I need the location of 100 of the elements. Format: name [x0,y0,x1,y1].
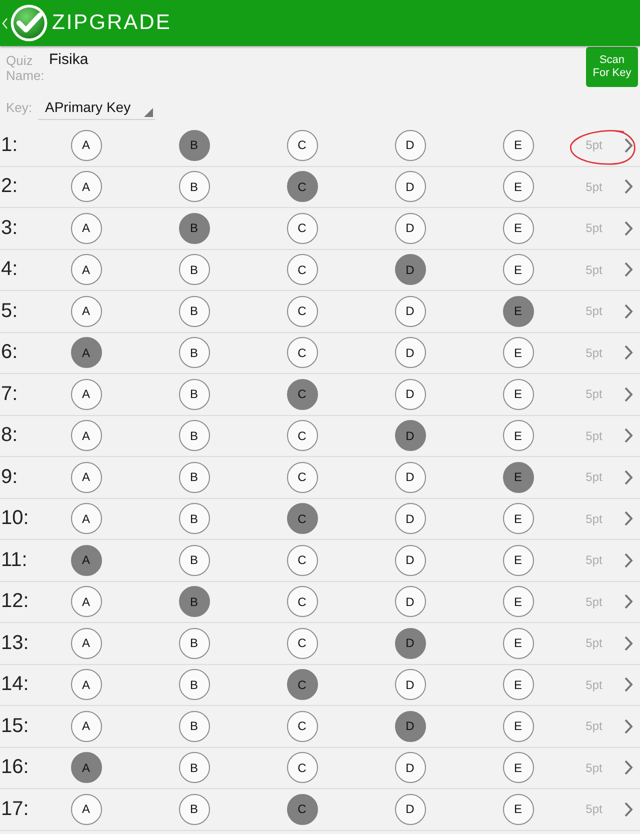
answer-bubble[interactable]: E [502,503,534,534]
answer-bubble[interactable]: C [286,254,318,286]
answer-bubble[interactable]: D [394,752,426,784]
answer-bubble[interactable]: E [502,669,534,700]
answer-bubble[interactable]: E [502,171,534,202]
answer-bubble[interactable]: D [394,254,426,286]
chevron-right-icon[interactable] [624,802,632,817]
answer-bubble[interactable]: A [70,752,102,784]
answer-bubble[interactable]: E [502,628,534,659]
chevron-right-icon[interactable] [624,718,632,734]
answer-bubble[interactable]: E [502,586,534,618]
answer-bubble[interactable]: A [70,586,102,618]
answer-bubble[interactable]: B [178,420,210,452]
answer-bubble[interactable]: A [70,171,102,202]
answer-bubble[interactable]: C [286,337,318,368]
chevron-right-icon[interactable] [624,262,632,278]
answer-bubble[interactable]: E [502,794,534,825]
chevron-right-icon[interactable] [624,594,632,610]
answer-bubble[interactable]: E [502,752,534,784]
answer-bubble[interactable]: A [70,628,102,659]
chevron-right-icon[interactable] [624,470,632,485]
answer-bubble[interactable]: E [502,212,534,244]
answer-bubble[interactable]: C [286,628,318,659]
answer-bubble[interactable]: B [178,503,210,534]
answer-bubble[interactable]: A [70,669,102,700]
answer-bubble[interactable]: C [286,752,318,784]
answer-bubble[interactable]: C [286,710,318,742]
answer-bubble[interactable]: B [178,212,210,244]
answer-bubble[interactable]: B [178,254,210,286]
answer-bubble[interactable]: D [394,628,426,659]
answer-bubble[interactable]: E [502,130,534,161]
answer-bubble[interactable]: D [394,710,426,742]
chevron-right-icon[interactable] [624,428,632,444]
answer-bubble[interactable]: D [394,337,426,368]
answer-bubble[interactable]: A [70,710,102,742]
answer-bubble[interactable]: D [394,296,426,327]
answer-bubble[interactable]: A [70,212,102,244]
answer-bubble[interactable]: A [70,503,102,534]
answer-bubble[interactable]: B [178,752,210,784]
answer-bubble[interactable]: C [286,296,318,327]
answer-bubble[interactable]: E [502,254,534,286]
answer-bubble[interactable]: A [70,420,102,452]
answer-bubble[interactable]: B [178,378,210,410]
chevron-right-icon[interactable] [624,760,632,776]
answer-bubble[interactable]: C [286,130,318,161]
chevron-right-icon[interactable] [624,552,632,568]
answer-bubble[interactable]: A [70,378,102,410]
chevron-right-icon[interactable] [624,345,632,360]
answer-bubble[interactable]: B [178,130,210,161]
answer-bubble[interactable]: B [178,794,210,825]
answer-bubble[interactable]: A [70,462,102,493]
answer-bubble[interactable]: A [70,544,102,576]
answer-bubble[interactable]: D [394,378,426,410]
answer-bubble[interactable]: E [502,337,534,368]
answer-bubble[interactable]: C [286,544,318,576]
answer-bubble[interactable]: C [286,378,318,410]
answer-bubble[interactable]: D [394,586,426,618]
chevron-right-icon[interactable] [624,636,632,651]
answer-bubble[interactable]: B [178,628,210,659]
answer-bubble[interactable]: D [394,794,426,825]
answer-bubble[interactable]: D [394,171,426,202]
answer-bubble[interactable]: D [394,503,426,534]
chevron-right-icon[interactable] [624,677,632,692]
chevron-right-icon[interactable] [624,386,632,402]
answer-bubble[interactable]: C [286,420,318,452]
answer-bubble[interactable]: C [286,171,318,202]
answer-bubble[interactable]: D [394,544,426,576]
answer-bubble[interactable]: A [70,337,102,368]
answer-bubble[interactable]: D [394,420,426,452]
answer-bubble[interactable]: C [286,462,318,493]
answer-bubble[interactable]: B [178,337,210,368]
key-dropdown[interactable]: APrimary Key [38,94,155,120]
chevron-right-icon[interactable] [624,138,632,153]
answer-bubble[interactable]: B [178,586,210,618]
answer-bubble[interactable]: C [286,669,318,700]
answer-bubble[interactable]: D [394,212,426,244]
answer-bubble[interactable]: B [178,669,210,700]
answer-bubble[interactable]: B [178,710,210,742]
answer-bubble[interactable]: C [286,794,318,825]
answer-bubble[interactable]: A [70,130,102,161]
chevron-right-icon[interactable] [624,511,632,526]
answer-bubble[interactable]: E [502,710,534,742]
answer-bubble[interactable]: A [70,794,102,825]
answer-bubble[interactable]: A [70,296,102,327]
answer-bubble[interactable]: C [286,586,318,618]
answer-bubble[interactable]: C [286,503,318,534]
back-icon[interactable] [2,18,8,28]
answer-bubble[interactable]: D [394,669,426,700]
chevron-right-icon[interactable] [624,179,632,194]
answer-bubble[interactable]: C [286,212,318,244]
answer-bubble[interactable]: E [502,420,534,452]
answer-bubble[interactable]: E [502,378,534,410]
answer-bubble[interactable]: D [394,130,426,161]
answer-bubble[interactable]: B [178,171,210,202]
answer-bubble[interactable]: B [178,544,210,576]
answer-bubble[interactable]: D [394,462,426,493]
chevron-right-icon[interactable] [624,220,632,236]
answer-bubble[interactable]: E [502,462,534,493]
answer-bubble[interactable]: B [178,462,210,493]
answer-bubble[interactable]: A [70,254,102,286]
